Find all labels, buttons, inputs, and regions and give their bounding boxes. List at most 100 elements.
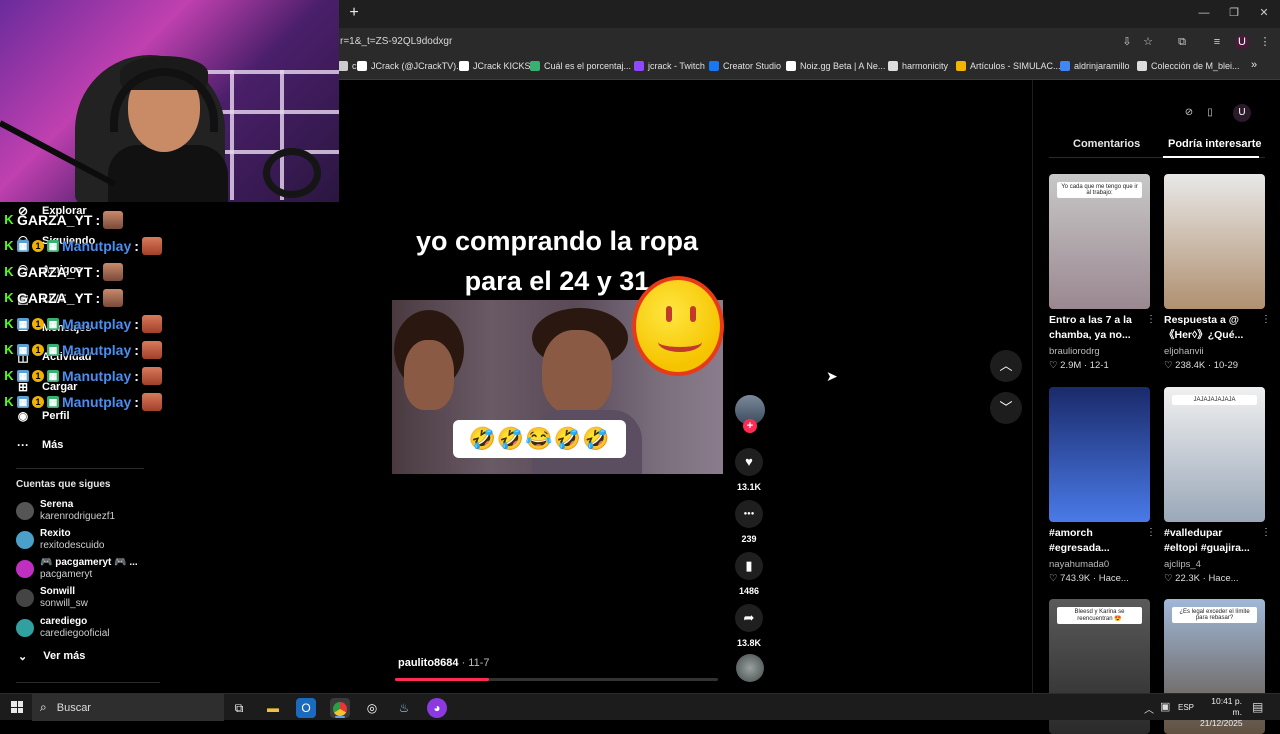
video-thumbnail[interactable]	[1164, 174, 1265, 309]
extensions-icon[interactable]: ⧉	[1175, 35, 1189, 49]
install-app-icon[interactable]: ⇩	[1120, 35, 1134, 49]
coin-badge-icon: 1	[32, 370, 44, 382]
music-disc[interactable]	[736, 654, 764, 682]
bookmark-item[interactable]: aldrinjaramillo	[1060, 61, 1130, 71]
obs-icon[interactable]: ◎	[362, 698, 382, 718]
following-account[interactable]: Serena karenrodriguezf1	[16, 499, 115, 523]
avatar	[16, 502, 34, 520]
card-title[interactable]: Entro a las 7 a la chamba, ya no...	[1049, 313, 1141, 343]
discord-icon[interactable]: ◕	[427, 698, 447, 718]
video-thumbnail[interactable]: Yo cada que me tengo que ir al trabajo:	[1049, 174, 1150, 309]
bookmark-item[interactable]: Cuál es el porcentaj...	[530, 61, 631, 71]
heart-icon[interactable]: ♥	[735, 448, 763, 476]
following-account[interactable]: 🎮 pacgameryt 🎮 ... pacgameryt	[16, 557, 138, 581]
language-indicator[interactable]: ESP	[1178, 703, 1194, 712]
minimize-button[interactable]: —	[1194, 5, 1214, 21]
tab-comments[interactable]: Comentarios	[1073, 138, 1140, 150]
coin-badge-icon: 1	[32, 240, 44, 252]
suggested-video-card[interactable]: JAJAJAJAJAJA #valledupar #eltopi #guajira…	[1164, 387, 1271, 584]
bookmark-icon[interactable]: ▮	[735, 552, 763, 580]
suggested-video-card[interactable]: Yo cada que me tengo que ir al trabajo: E…	[1049, 174, 1156, 371]
bookmark-item[interactable]: Colección de M_blei...	[1137, 61, 1240, 71]
tray-chevron-icon[interactable]: ︿	[1144, 701, 1154, 716]
media-control-icon[interactable]: ≡	[1210, 35, 1224, 49]
author-name[interactable]: paulito8684	[398, 657, 459, 669]
share-action[interactable]: ➦ 13.8K	[735, 604, 763, 648]
chat-message: K ▦ 1 ▦ Manutplay :	[4, 393, 162, 411]
heart-icon: ♡	[1164, 360, 1176, 371]
video-thumbnail[interactable]	[1049, 387, 1150, 522]
suggested-video-card[interactable]: #amorch #egresada... nayahumada0 ♡ 743.9K …	[1049, 387, 1156, 584]
smiley-sticker	[632, 276, 724, 376]
card-author[interactable]: ajclips_4	[1164, 559, 1265, 570]
previous-video-button[interactable]: ︿	[990, 350, 1022, 382]
card-author[interactable]: eljohanvii	[1164, 346, 1265, 357]
bookmark-item[interactable]: JCrack (@JCrackTV)...	[357, 61, 464, 71]
outlook-icon[interactable]: O	[296, 698, 316, 718]
account-name: 🎮 pacgameryt 🎮 ...	[40, 557, 138, 568]
comment-icon[interactable]: ●●●	[735, 500, 763, 528]
user-avatar[interactable]: U	[1233, 104, 1251, 122]
share-icon[interactable]: ➦	[735, 604, 763, 632]
file-explorer-icon[interactable]: ▬	[263, 698, 283, 718]
new-tab-button[interactable]: +	[346, 5, 362, 21]
card-menu-icon[interactable]: ⋮	[1261, 527, 1271, 538]
bookmark-label: Creator Studio	[723, 61, 782, 71]
close-window-button[interactable]: ✕	[1254, 5, 1274, 21]
windows-start-icon[interactable]	[11, 701, 23, 713]
video-thumbnail[interactable]: JAJAJAJAJAJA	[1164, 387, 1265, 522]
account-names: Rexito rexitodescuido	[40, 528, 104, 552]
more-bookmarks-icon[interactable]: »	[1251, 59, 1257, 71]
bookmark-item[interactable]: Noiz.gg Beta | A Ne...	[786, 61, 885, 71]
bookmark-action[interactable]: ▮ 1486	[735, 552, 763, 596]
following-account[interactable]: Sonwill sonwill_sw	[16, 586, 88, 610]
taskbar-search[interactable]: ⌕ Buscar	[32, 694, 224, 721]
url-field[interactable]: r=1&_t=ZS-92QL9dodxgr	[340, 36, 452, 47]
sidebar-item-profile[interactable]: ◉ Perfil	[16, 409, 70, 423]
twitch-icon	[634, 61, 644, 71]
sidebar-item-more[interactable]: ··· Más	[16, 438, 63, 452]
notifications-icon[interactable]: ▤	[1252, 700, 1263, 714]
menu-dots-icon[interactable]: ⋮	[1258, 35, 1272, 49]
tab-might-interest[interactable]: Podría interesarte	[1168, 138, 1262, 150]
bookmark-item[interactable]: JCrack KICKS	[459, 61, 531, 71]
phone-icon[interactable]: ▯	[1201, 104, 1219, 122]
following-title: Cuentas que sigues	[16, 479, 111, 490]
suggested-video-card[interactable]: Respuesta a @ 《Her◊》¿Qué... eljohanvii ♡ 2…	[1164, 174, 1271, 371]
clock[interactable]: 10:41 p. m. 21/12/2025	[1200, 696, 1243, 729]
card-menu-icon[interactable]: ⋮	[1261, 314, 1271, 325]
compass-icon[interactable]: ⊘	[1180, 104, 1198, 122]
video-author[interactable]: paulito8684 · 11-7	[398, 657, 490, 669]
bookmark-item[interactable]: Artículos - SIMULAC...	[956, 61, 1061, 71]
video-progress-bar[interactable]	[395, 678, 718, 681]
card-menu-icon[interactable]: ⋮	[1146, 314, 1156, 325]
card-menu-icon[interactable]: ⋮	[1146, 527, 1156, 538]
heart-action[interactable]: ♥ 13.1K	[735, 448, 763, 492]
following-account[interactable]: carediego carediegooficial	[16, 616, 110, 640]
card-title[interactable]: #amorch #egresada...	[1049, 526, 1141, 556]
card-title[interactable]: Respuesta a @ 《Her◊》¿Qué...	[1164, 313, 1256, 343]
bookmark-item[interactable]: jcrack - Twitch	[634, 61, 705, 71]
bookmark-item[interactable]: harmonicity	[888, 61, 948, 71]
see-more-label: Ver más	[43, 650, 86, 662]
card-title[interactable]: #valledupar #eltopi #guajira...	[1164, 526, 1256, 556]
steam-icon[interactable]: ♨	[394, 698, 414, 718]
card-date: Hace...	[1208, 573, 1239, 584]
profile-icon[interactable]: U	[1235, 35, 1249, 49]
see-more-button[interactable]: ⌄ Ver más	[18, 650, 85, 663]
comment-action[interactable]: ●●● 239	[735, 500, 763, 544]
card-author[interactable]: nayahumada0	[1049, 559, 1150, 570]
bookmark-item[interactable]: Creator Studio	[709, 61, 781, 71]
chat-colon: :	[134, 342, 139, 358]
follow-button[interactable]: +	[743, 419, 757, 433]
star-icon[interactable]: ☆	[1141, 35, 1155, 49]
chrome-icon[interactable]	[330, 698, 350, 718]
task-view-icon[interactable]: ⧉	[229, 698, 249, 718]
next-video-button[interactable]: ﹀	[990, 392, 1022, 424]
network-icon[interactable]: ▣	[1160, 700, 1170, 713]
card-author[interactable]: brauliorodrg	[1049, 346, 1150, 357]
chat-colon: :	[95, 264, 101, 280]
maximize-button[interactable]: ❐	[1224, 5, 1244, 21]
following-account[interactable]: Rexito rexitodescuido	[16, 528, 104, 552]
card-stats: ♡ 22.3K · Hace...	[1164, 573, 1265, 584]
